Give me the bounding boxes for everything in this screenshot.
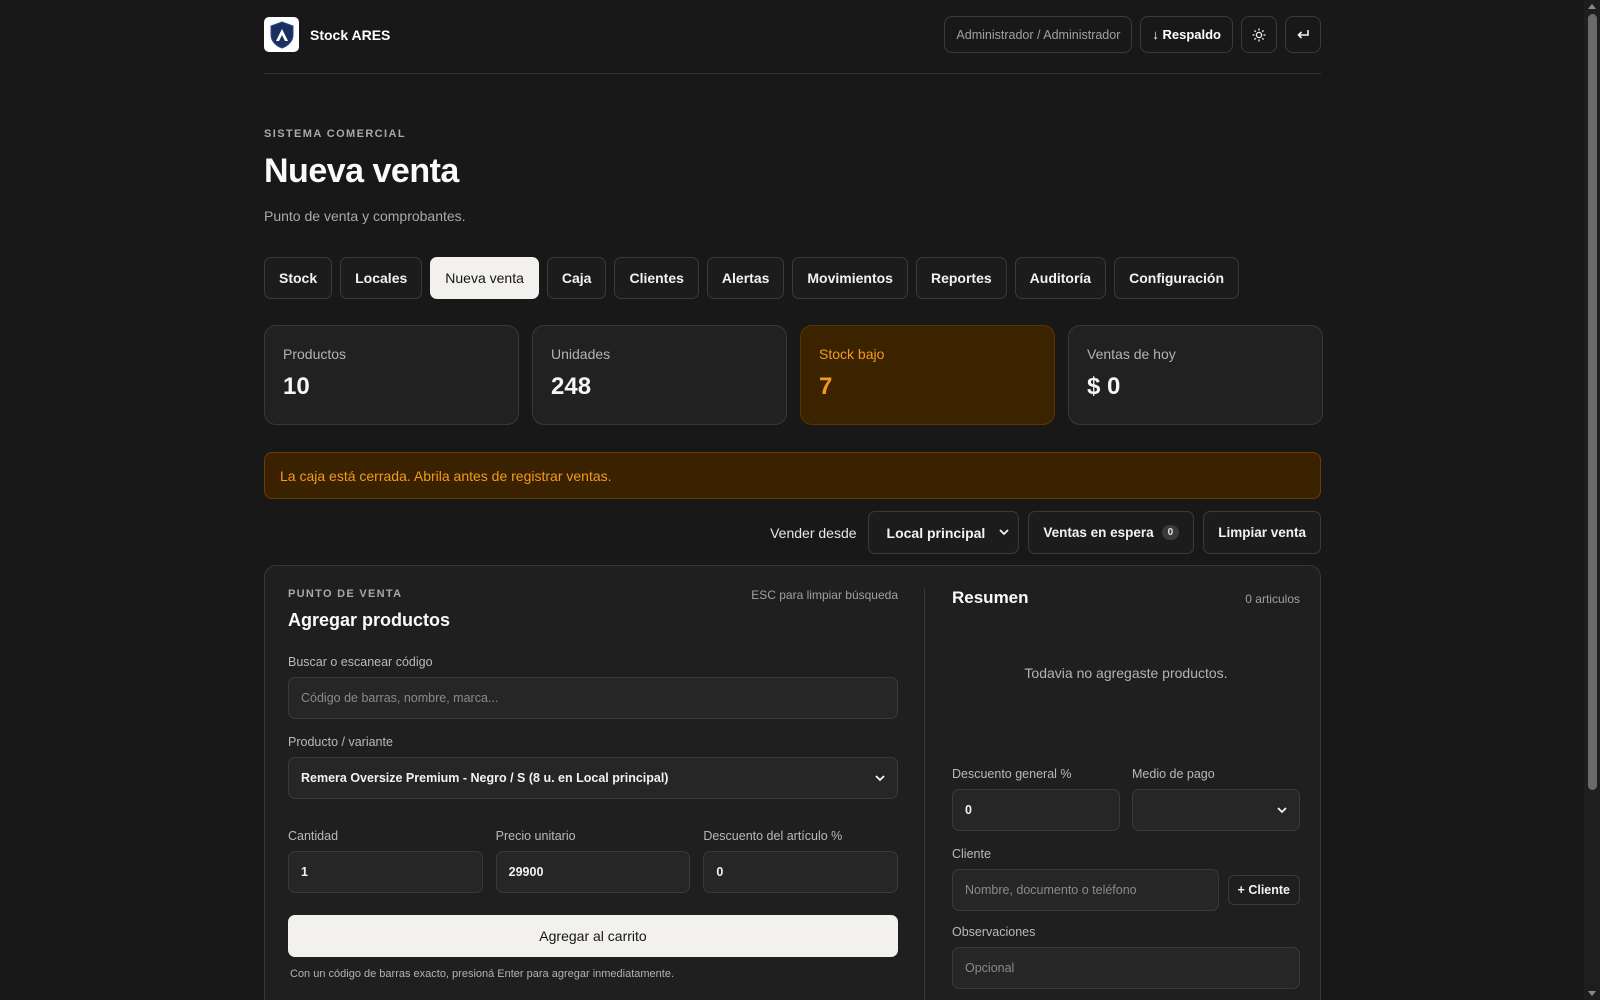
tab-movimientos[interactable]: Movimientos (792, 257, 908, 299)
top-bar: Stock ARES Administrador / Administrador… (264, 0, 1321, 74)
page-eyebrow: SISTEMA COMERCIAL (264, 128, 406, 140)
stat-label: Stock bajo (819, 346, 885, 362)
clear-sale-button[interactable]: Limpiar venta (1203, 511, 1321, 554)
shield-logo-icon (264, 17, 299, 52)
stat-label: Productos (283, 346, 347, 362)
product-select[interactable]: Remera Oversize Premium - Negro / S (8 u… (288, 757, 898, 799)
stat-label: Ventas de hoy (1087, 346, 1176, 362)
summary-title: Resumen (952, 588, 1029, 607)
product-label: Producto / variante (288, 735, 393, 749)
sell-from-label: Vender desde (770, 524, 857, 541)
add-client-button[interactable]: + Cliente (1227, 875, 1300, 905)
tab-configuracion[interactable]: Configuración (1114, 257, 1239, 299)
general-discount-label: Descuento general % (952, 767, 1072, 781)
tab-locales[interactable]: Locales (340, 257, 423, 299)
cash-closed-alert: La caja está cerrada. Abrila antes de re… (264, 452, 1321, 499)
brand-name: Stock ARES (310, 26, 391, 43)
location-select[interactable]: Local principal (867, 511, 1020, 554)
location-select-value: Local principal (886, 524, 986, 541)
notes-label: Observaciones (952, 925, 1036, 939)
page-title: Nueva venta (264, 152, 459, 190)
tab-clientes[interactable]: Clientes (614, 257, 699, 299)
chevron-down-icon (999, 529, 1009, 536)
return-icon (1297, 29, 1309, 39)
summary-section: Resumen 0 articulos Todavia no agregaste… (952, 588, 1300, 989)
waiting-sales-button[interactable]: Ventas en espera 0 (1028, 511, 1195, 554)
esc-hint: ESC para limpiar búsqueda (751, 588, 898, 602)
tab-reportes[interactable]: Reportes (915, 257, 1007, 299)
tab-stock[interactable]: Stock (264, 257, 333, 299)
add-to-cart-button[interactable]: Agregar al carrito (288, 915, 898, 957)
theme-toggle-button[interactable] (1241, 16, 1277, 53)
quantity-label: Cantidad (288, 829, 339, 843)
client-search-input[interactable]: Nombre, documento o teléfono (952, 869, 1219, 911)
panel-divider (924, 588, 925, 1000)
chevron-down-icon (1277, 806, 1287, 813)
notes-input[interactable]: Opcional (952, 947, 1300, 989)
tab-nueva-venta[interactable]: Nueva venta (430, 257, 539, 299)
sell-options-row: Vender desde Local principal Ventas en e… (770, 511, 1321, 554)
unit-price-input[interactable]: 29900 (495, 851, 691, 893)
scrollbar-thumb[interactable] (1588, 14, 1597, 790)
product-select-value: Remera Oversize Premium - Negro / S (8 u… (301, 771, 669, 785)
section-eyebrow: PUNTO DE VENTA (288, 588, 403, 600)
main-tabs: Stock Locales Nueva venta Caja Clientes … (264, 257, 1239, 299)
scroll-down-arrow-icon[interactable] (1588, 991, 1596, 996)
stat-value: 10 (283, 373, 310, 400)
barcode-note: Con un código de barras exacto, presioná… (290, 968, 675, 980)
tab-auditoria[interactable]: Auditoría (1014, 257, 1107, 299)
unit-price-label: Precio unitario (495, 829, 576, 843)
payment-method-label: Medio de pago (1132, 767, 1215, 781)
stat-label: Unidades (551, 346, 611, 362)
pos-panel: PUNTO DE VENTA ESC para limpiar búsqueda… (264, 565, 1321, 1000)
stat-card-ventas-hoy: Ventas de hoy $ 0 (1068, 325, 1323, 425)
tab-alertas[interactable]: Alertas (706, 257, 785, 299)
item-count: 0 articulos (1245, 592, 1300, 606)
chevron-down-icon (875, 774, 885, 781)
user-badge: Administrador / Administrador (944, 16, 1133, 53)
stat-value: 248 (551, 373, 592, 400)
payment-method-select[interactable] (1132, 789, 1300, 831)
quantity-input[interactable]: 1 (288, 851, 483, 893)
waiting-sales-count: 0 (1161, 525, 1180, 540)
add-products-section: PUNTO DE VENTA ESC para limpiar búsqueda… (288, 588, 898, 980)
general-discount-input[interactable]: 0 (952, 789, 1120, 831)
stat-value: $ 0 (1087, 373, 1121, 400)
item-discount-label: Descuento del artículo % (703, 829, 843, 843)
stats-row: Productos 10 Unidades 248 Stock bajo 7 V… (264, 325, 1323, 425)
stat-card-stock-bajo: Stock bajo 7 (800, 325, 1055, 425)
search-label: Buscar o escanear código (288, 655, 433, 669)
app-root: Stock ARES Administrador / Administrador… (264, 0, 1323, 1000)
stat-card-unidades: Unidades 248 (532, 325, 787, 425)
brand[interactable]: Stock ARES (264, 17, 390, 52)
client-label: Cliente (952, 847, 991, 861)
page-subtitle: Punto de venta y comprobantes. (264, 208, 466, 224)
sun-icon (1252, 28, 1266, 41)
stat-card-productos: Productos 10 (264, 325, 519, 425)
tab-caja[interactable]: Caja (546, 257, 607, 299)
item-discount-input[interactable]: 0 (703, 851, 898, 893)
empty-cart-message: Todavia no agregaste productos. (1024, 665, 1228, 681)
page-scrollbar[interactable] (1584, 0, 1600, 1000)
backup-button[interactable]: ↓ Respaldo (1140, 16, 1233, 53)
stat-value: 7 (819, 373, 833, 400)
waiting-sales-label: Ventas en espera (1043, 525, 1154, 540)
top-actions: Administrador / Administrador ↓ Respaldo (944, 16, 1321, 53)
section-title: Agregar productos (288, 610, 451, 630)
search-input[interactable]: Código de barras, nombre, marca... (288, 677, 898, 719)
logout-button[interactable] (1285, 16, 1321, 53)
scroll-up-arrow-icon[interactable] (1588, 4, 1596, 9)
